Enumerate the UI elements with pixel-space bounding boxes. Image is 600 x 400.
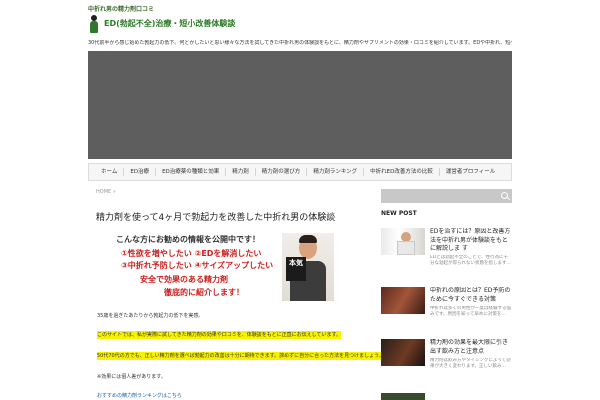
post-thumbnail[interactable]: [381, 228, 425, 255]
article-note: ※効果には個人差があります。: [97, 374, 166, 380]
new-post-heading: NEW POST: [381, 210, 417, 217]
site-tagline: 中折れ男の精力剤口コミ: [88, 6, 155, 13]
ranking-link[interactable]: おすすめの精力剤ランキングはこちら: [97, 392, 182, 400]
banner-line: ③中折れ予防したい ④サイズアップしたい: [121, 261, 274, 270]
banner-man-photo: 本気: [282, 233, 334, 301]
main-content: HOME » 精力剤を使って4ヶ月で勃起力を改善した中折れ男の体験談: [88, 188, 368, 224]
nav-item-profile[interactable]: 運営者プロフィール: [440, 168, 501, 176]
post-title[interactable]: 中折れの原因とは？ED予防のために今すぐできる対策: [430, 287, 512, 304]
article-highlight: このサイトでは、私が実際に試してきた精力剤の効果や口コミを、体験談をもとに正直に…: [97, 331, 341, 339]
banner-line: 安全で効果のある精力剤: [140, 275, 228, 284]
nav-item-comparison[interactable]: 中折れED改善方法の比較: [364, 168, 440, 176]
man-figure-icon: [88, 15, 100, 33]
list-item[interactable]: EDを治すには？原因と改善方法を中折れ男が体験談をもとに解説しま す EDとは勃…: [381, 228, 512, 268]
banner-line: 徹底的に紹介します！: [164, 288, 244, 297]
article-paragraph: 35歳を過ぎたあたりから勃起力の低下を実感。: [97, 313, 204, 319]
global-nav: ホーム ED治療 ED治療薬の種類と効果 精力剤 精力剤の選び方 精力剤ランキン…: [88, 163, 512, 181]
nav-item-ed-treatment[interactable]: ED治療: [124, 168, 157, 176]
search-icon[interactable]: [501, 192, 508, 199]
hero-banner: [88, 51, 512, 159]
nav-item-ed-drugs[interactable]: ED治療薬の種類と効果: [156, 168, 227, 176]
article-highlight: 50代70代の方でも、正しい精力剤を選べば勃起力の改善は十分に期待できます。諦め…: [97, 352, 384, 360]
recommendation-banner[interactable]: こんな方にお勧めの情報を公開中です！ ①性欲を増やしたい ②EDを解消したい ③…: [116, 233, 336, 303]
post-excerpt: 精力剤は飲み方やタイミングによって効果が大きく変わります。正しい飲み…: [430, 358, 511, 369]
site-header: 中折れ男の精力剤口コミ ED(勃起不全)治療・短小改善体験談: [88, 6, 288, 36]
post-thumbnail[interactable]: [381, 339, 425, 366]
list-item[interactable]: 精力剤の効果を最大限に引き出す飲み方と注意点 精力剤は飲み方やタイミングによって…: [381, 339, 512, 379]
post-title[interactable]: EDを治すには？原因と改善方法を中折れ男が体験談をもとに解説しま す: [430, 228, 512, 254]
post-excerpt: EDとは勃起不全のことで、性行為に十分な勃起が得られない状態を指します…: [430, 255, 511, 266]
breadcrumb[interactable]: HOME »: [96, 188, 368, 196]
banner-line: こんな方にお勧めの情報を公開中です！: [116, 235, 260, 244]
banner-sign: 本気: [286, 257, 306, 281]
list-item[interactable]: 中折れの原因とは？ED予防のために今すぐできる対策 中折れは多くの男性が一度は経…: [381, 287, 512, 327]
site-intro: 30代前半から感じ始めた勃起力の低下。何とかしたいと思い様々な方法を試してきた中…: [88, 40, 512, 46]
post-thumbnail[interactable]: [381, 287, 425, 314]
post-thumbnail[interactable]: [381, 393, 425, 400]
page-title: 精力剤を使って4ヶ月で勃起力を改善した中折れ男の体験談: [96, 213, 336, 223]
post-title[interactable]: 精力剤の効果を最大限に引き出す飲み方と注意点: [430, 339, 512, 356]
nav-item-home[interactable]: ホーム: [95, 168, 125, 176]
nav-item-supplements[interactable]: 精力剤: [226, 168, 256, 176]
banner-line: ①性欲を増やしたい ②EDを解消したい: [121, 249, 262, 258]
nav-item-ranking[interactable]: 精力剤ランキング: [307, 168, 365, 176]
post-excerpt: 中折れは多くの男性が一度は経験する悩みです。原因を知って早めに対策を…: [430, 306, 511, 317]
site-title[interactable]: ED(勃起不全)治療・短小改善体験談: [104, 19, 235, 29]
nav-item-how-to-choose[interactable]: 精力剤の選び方: [256, 168, 308, 176]
search-input[interactable]: [381, 189, 512, 203]
list-item[interactable]: [381, 393, 512, 400]
site-logo[interactable]: ED(勃起不全)治療・短小改善体験談: [88, 15, 288, 33]
